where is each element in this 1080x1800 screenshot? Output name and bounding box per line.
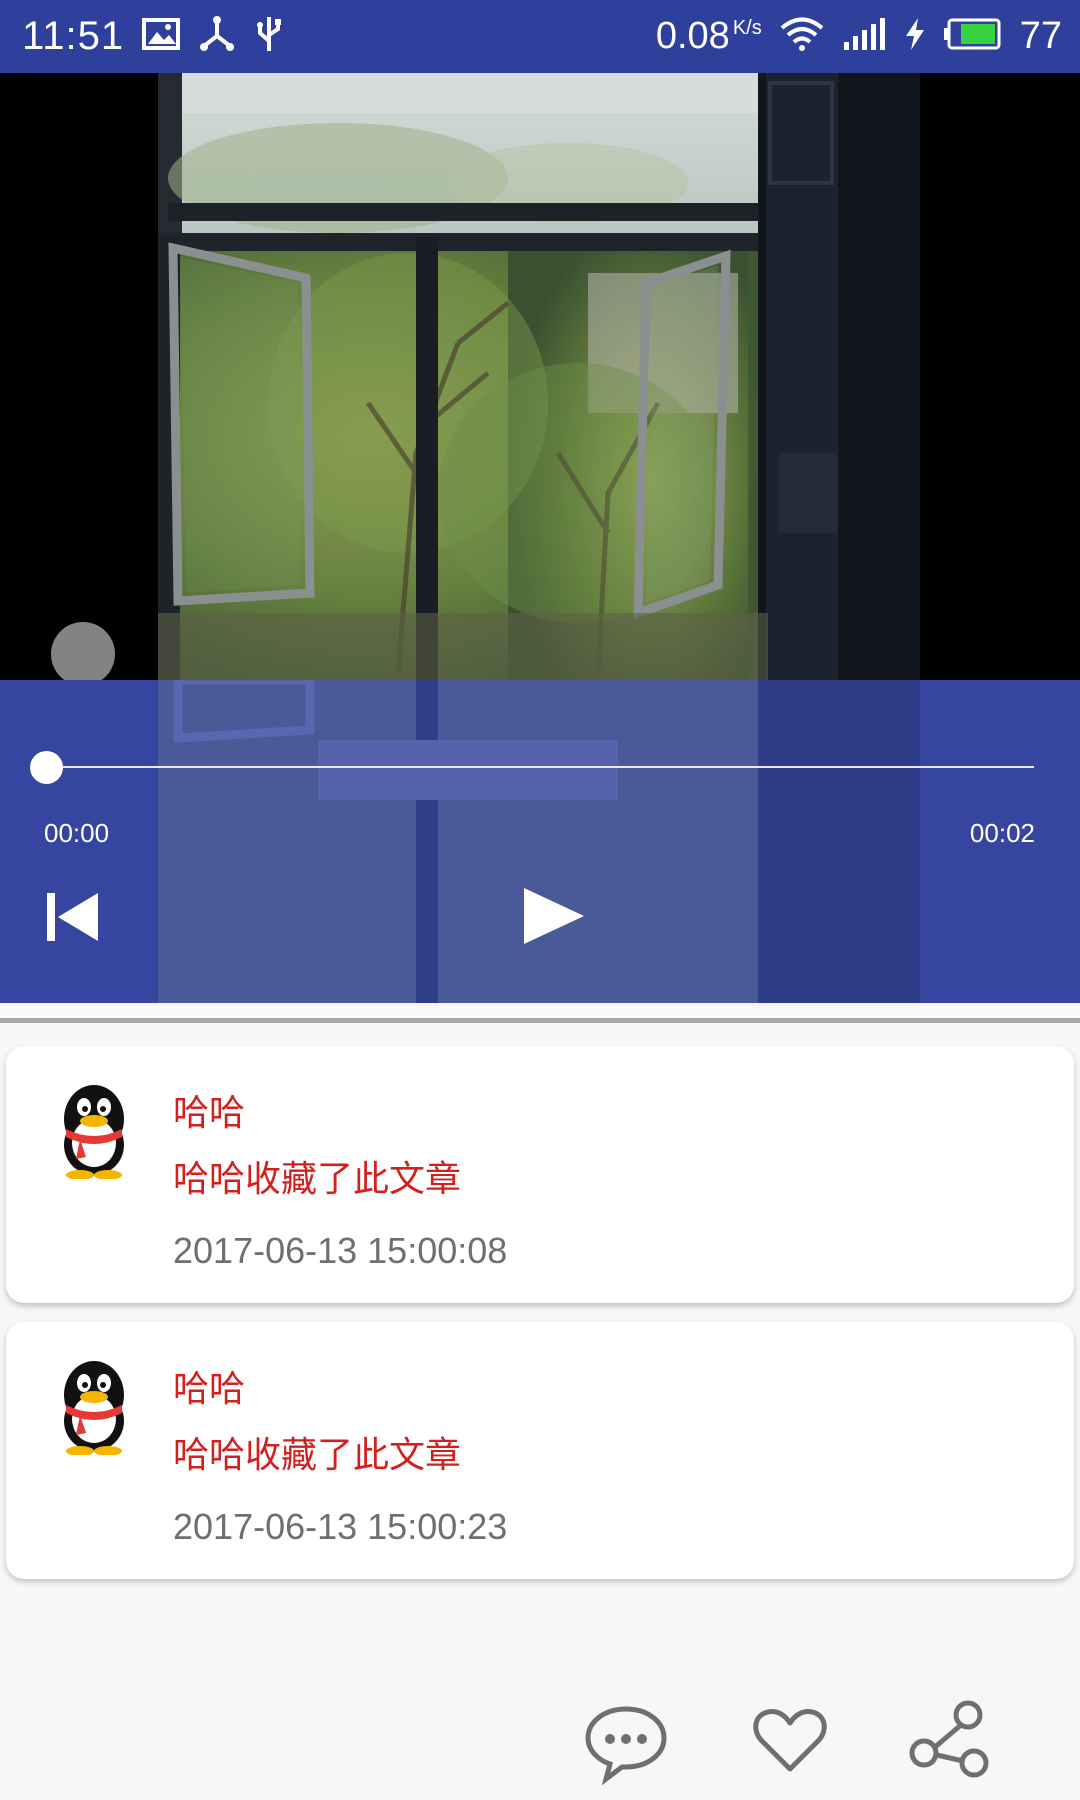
previous-button[interactable] <box>46 890 100 944</box>
network-speed: 0.08 K/s <box>656 15 762 58</box>
wifi-icon <box>780 17 824 56</box>
charging-icon <box>904 17 926 56</box>
comment-timestamp: 2017-06-13 15:00:23 <box>173 1506 508 1547</box>
status-bar: 11:51 0.08 K/s 77 <box>0 0 1080 73</box>
comment-card[interactable]: 哈哈 哈哈收藏了此文章 2017-06-13 15:00:08 <box>6 1046 1074 1303</box>
play-icon <box>524 888 584 944</box>
play-button[interactable] <box>520 884 588 948</box>
comment-card[interactable]: 哈哈 哈哈收藏了此文章 2017-06-13 15:00:23 <box>6 1322 1074 1579</box>
status-time: 11:51 <box>22 14 125 58</box>
network-speed-value: 0.08 <box>655 15 730 57</box>
skip-previous-icon <box>47 893 98 941</box>
player-controls: 00:00 00:02 <box>0 675 1080 1003</box>
like-button[interactable] <box>744 1695 836 1787</box>
section-divider <box>0 1003 1080 1023</box>
battery-level: 77 <box>1019 15 1062 57</box>
comment-text: 哈哈收藏了此文章 <box>173 1159 462 1200</box>
seek-bar-track[interactable] <box>46 766 1034 768</box>
penguin-avatar-icon <box>50 1355 138 1456</box>
video-frame <box>158 73 920 680</box>
heart-icon <box>753 1709 827 1772</box>
signal-icon <box>842 17 886 56</box>
total-time: 00:02 <box>969 818 1035 848</box>
comment-author: 哈哈 <box>173 1369 246 1410</box>
battery-icon <box>943 18 1002 55</box>
usb-icon <box>254 15 284 58</box>
network-speed-unit: K/s <box>732 17 762 40</box>
comment-author: 哈哈 <box>173 1093 246 1134</box>
bottom-action-bar <box>0 1660 1080 1800</box>
seek-bar-thumb[interactable] <box>30 751 63 784</box>
current-time: 00:00 <box>44 818 110 848</box>
comment-timestamp: 2017-06-13 15:00:08 <box>173 1230 508 1271</box>
gallery-icon <box>142 18 181 55</box>
share-icon <box>909 1700 989 1778</box>
video-surface[interactable] <box>0 73 1080 680</box>
floating-assist-ball[interactable] <box>51 622 115 680</box>
usb-network-icon <box>198 16 236 57</box>
share-button[interactable] <box>906 1695 998 1787</box>
comment-text: 哈哈收藏了此文章 <box>173 1435 462 1476</box>
comment-icon <box>585 1706 667 1786</box>
comment-button[interactable] <box>580 1695 672 1787</box>
video-frame-ghost <box>158 675 920 1003</box>
penguin-avatar-icon <box>50 1079 138 1180</box>
